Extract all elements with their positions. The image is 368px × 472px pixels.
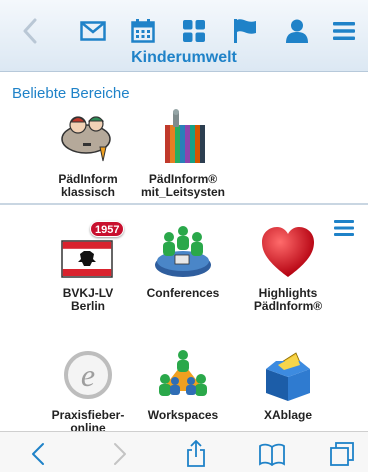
- calendar-icon[interactable]: [127, 16, 159, 46]
- share-icon[interactable]: [182, 440, 210, 468]
- tile-praxisfieber[interactable]: e Praxisfieber- online: [36, 343, 140, 431]
- heart-icon: [256, 221, 320, 281]
- conference-icon: [151, 221, 215, 281]
- tile-label: Conferences: [146, 286, 220, 300]
- browser-back-icon[interactable]: [24, 440, 52, 468]
- tile-bvkj-berlin[interactable]: 1957 BVKJ-LV Berlin: [36, 221, 140, 313]
- paedinform-classic-icon: [56, 107, 120, 167]
- tile-label: BVKJ-LV Berlin: [62, 286, 114, 313]
- tile-paedinform-classic[interactable]: PädInform klassisch: [36, 107, 140, 199]
- browser-toolbar: [0, 431, 368, 472]
- svg-text:e: e: [81, 357, 95, 393]
- mail-icon[interactable]: [77, 16, 109, 46]
- berlin-flag-icon: 1957: [56, 221, 125, 281]
- bookmarks-icon[interactable]: [258, 440, 286, 468]
- e-logo-icon: e: [56, 343, 120, 403]
- tabs-icon[interactable]: [328, 440, 356, 468]
- tile-label: XAblage: [263, 408, 312, 422]
- tile-label: Workspaces: [147, 408, 219, 422]
- tile-xablage[interactable]: XAblage: [236, 343, 340, 422]
- grid-icon[interactable]: [178, 16, 210, 46]
- page-title: Kinderumwelt: [131, 49, 237, 66]
- tile-conferences[interactable]: Conferences: [131, 221, 235, 300]
- box-icon: [256, 343, 320, 403]
- top-navigation-bar: Kinderumwelt: [0, 0, 368, 72]
- back-icon[interactable]: [14, 16, 46, 46]
- favorites-section: Beliebte Bereiche PädInform klassisch Pä…: [0, 73, 368, 203]
- tile-label: PädInform klassisch: [58, 172, 118, 199]
- favorites-title: Beliebte Bereiche: [12, 85, 130, 102]
- flag-icon[interactable]: [229, 16, 261, 46]
- tile-label: Praxisfieber- online: [51, 408, 125, 432]
- user-icon[interactable]: [281, 16, 313, 46]
- browser-forward-icon[interactable]: [106, 440, 134, 468]
- notification-badge: 1957: [90, 221, 125, 237]
- tile-paedinform-leitsystem[interactable]: PädInform® mit_Leitsysten: [131, 107, 235, 199]
- tile-highlights[interactable]: Highlights PädInform®: [236, 221, 340, 313]
- books-icon: [151, 107, 215, 167]
- apps-section: 1957 BVKJ-LV Berlin Conferences Highligh…: [0, 205, 368, 431]
- tile-label: Highlights PädInform®: [253, 286, 323, 313]
- workspaces-icon: [151, 343, 215, 403]
- menu-icon[interactable]: [328, 16, 360, 46]
- tile-label: PädInform® mit_Leitsysten: [140, 172, 226, 199]
- tile-workspaces[interactable]: Workspaces: [131, 343, 235, 422]
